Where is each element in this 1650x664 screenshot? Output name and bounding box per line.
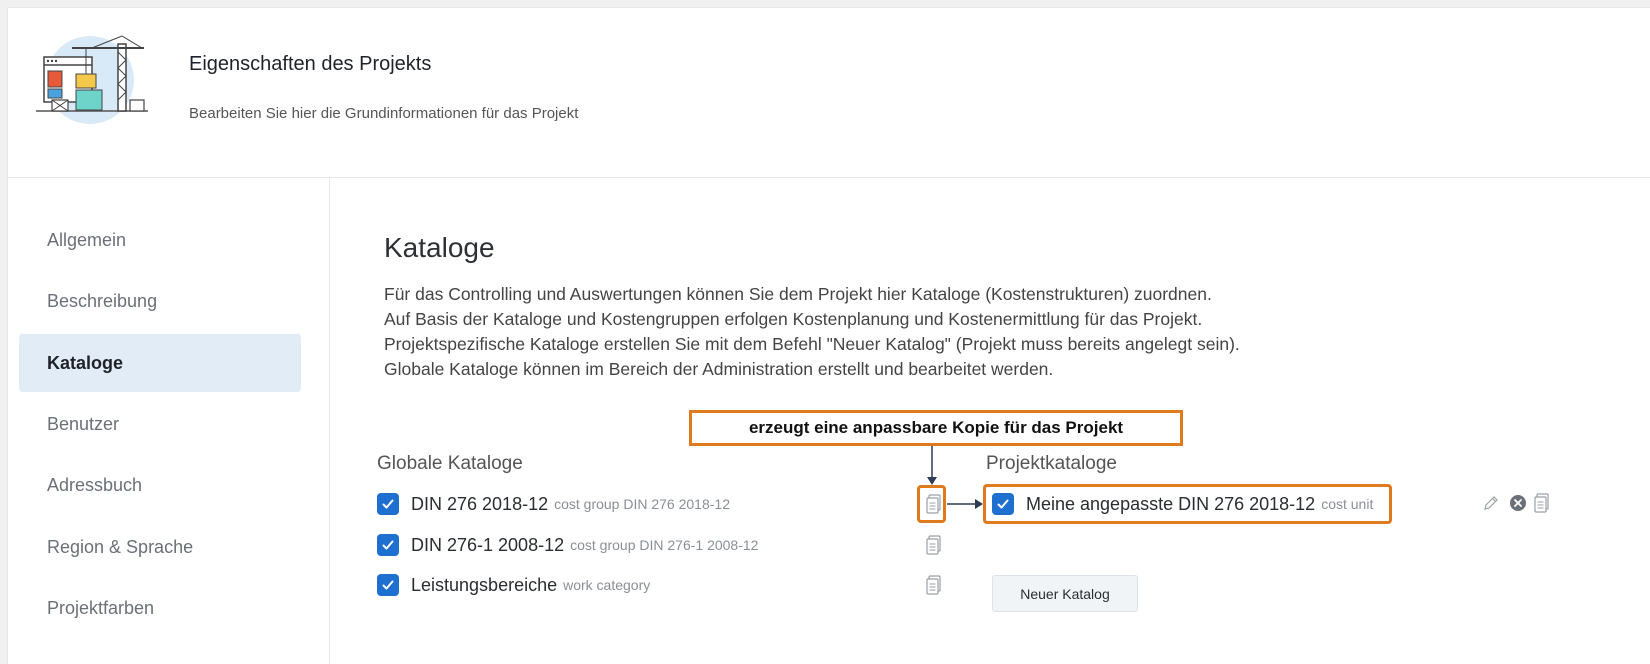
catalog-type: work category xyxy=(563,577,651,593)
copy-catalog-icon[interactable] xyxy=(1534,493,1550,513)
checkmark-icon xyxy=(997,499,1009,509)
sidebar-item-kataloge[interactable]: Kataloge xyxy=(19,334,301,392)
catalog-checkbox[interactable] xyxy=(377,574,399,596)
catalog-name: Leistungsbereiche xyxy=(411,574,558,595)
catalog-name: DIN 276 2018-12 xyxy=(411,493,549,514)
description-line: Für das Controlling und Auswertungen kön… xyxy=(384,284,1212,304)
catalog-type: cost group DIN 276-1 2008-12 xyxy=(570,537,759,553)
project-catalogs-heading: Projektkataloge xyxy=(986,453,1117,474)
edit-pencil-icon[interactable] xyxy=(1482,494,1500,512)
global-catalog-row: DIN 276-1 2008-12 cost group DIN 276-1 2… xyxy=(377,531,758,559)
page-subtitle: Bearbeiten Sie hier die Grundinformation… xyxy=(189,105,579,122)
global-catalog-row: Leistungsbereiche work category xyxy=(377,571,650,599)
checkmark-icon xyxy=(382,499,394,509)
catalog-name: DIN 276-1 2008-12 xyxy=(411,534,565,555)
description-line: Globale Kataloge können im Bereich der A… xyxy=(384,359,1054,379)
sidebar-item-projektfarben[interactable]: Projektfarben xyxy=(19,579,301,637)
catalog-checkbox[interactable] xyxy=(377,493,399,515)
annotation-label: erzeugt eine anpassbare Kopie für das Pr… xyxy=(689,410,1183,446)
section-title: Kataloge xyxy=(384,232,495,263)
copy-icon-highlight xyxy=(917,485,946,523)
sidebar-item-region-sprache[interactable]: Region & Sprache xyxy=(19,518,301,576)
section-description: Für das Controlling und Auswertungen kön… xyxy=(384,282,1484,382)
sidebar-item-adressbuch[interactable]: Adressbuch xyxy=(19,456,301,514)
page-title: Eigenschaften des Projekts xyxy=(189,53,432,75)
description-line: Auf Basis der Kataloge und Kostengruppen… xyxy=(384,309,1203,329)
catalog-type: cost unit xyxy=(1321,496,1374,512)
construction-crane-icon xyxy=(32,30,152,130)
description-line: Projektspezifische Kataloge erstellen Si… xyxy=(384,334,1240,354)
global-catalog-row: DIN 276 2018-12 cost group DIN 276 2018-… xyxy=(377,490,730,518)
catalog-checkbox[interactable] xyxy=(377,534,399,556)
catalog-type: cost group DIN 276 2018-12 xyxy=(554,496,730,512)
sidebar: Allgemein Beschreibung Kataloge Benutzer… xyxy=(8,178,330,664)
project-catalog-row: Meine angepasste DIN 276 2018-12 cost un… xyxy=(992,490,1373,518)
checkmark-icon xyxy=(382,540,394,550)
copy-catalog-icon[interactable] xyxy=(926,575,942,595)
sidebar-item-benutzer[interactable]: Benutzer xyxy=(19,395,301,453)
catalog-checkbox[interactable] xyxy=(992,493,1014,515)
page-header: Eigenschaften des Projekts Bearbeiten Si… xyxy=(8,8,1650,178)
new-catalog-button[interactable]: Neuer Katalog xyxy=(992,575,1138,612)
remove-circle-icon[interactable] xyxy=(1509,494,1527,512)
catalog-name: Meine angepasste DIN 276 2018-12 xyxy=(1026,493,1316,514)
copy-catalog-icon[interactable] xyxy=(926,535,942,555)
sidebar-item-beschreibung[interactable]: Beschreibung xyxy=(19,272,301,330)
global-catalogs-heading: Globale Kataloge xyxy=(377,453,523,474)
checkmark-icon xyxy=(382,580,394,590)
sidebar-item-allgemein[interactable]: Allgemein xyxy=(19,211,301,269)
properties-card: Eigenschaften des Projekts Bearbeiten Si… xyxy=(7,7,1650,664)
